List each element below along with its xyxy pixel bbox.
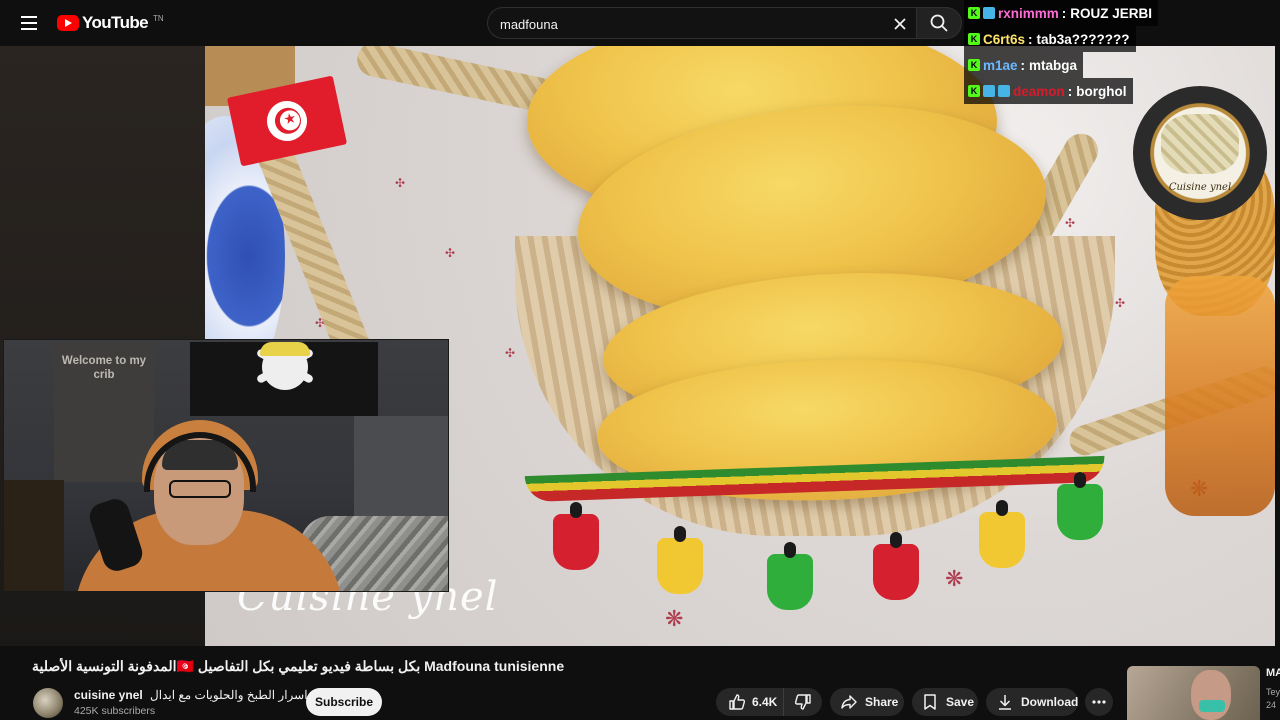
youtube-logo[interactable]: YouTube TN [57,13,164,33]
download-button[interactable]: Download [986,688,1078,716]
channel-name-row[interactable]: cuisine ynel اسرار الطبخ والحلويات مع اي… [74,688,324,702]
glasses [169,480,231,498]
logo-text: YouTube [82,13,149,32]
like-count: 6.4K [752,695,778,709]
chat-separator: : [1028,31,1033,47]
badge-text: Cuisine ynel [1168,182,1232,193]
chat-separator: : [1020,57,1026,73]
welcome-banner: Welcome to my crib [54,342,154,482]
more-actions-button[interactable] [1085,688,1113,716]
like-dislike-group: 6.4K [716,688,822,716]
chat-text: tab3a??????? [1036,31,1130,47]
embroidery: ✣ [445,246,456,260]
thumbnail-mask [1199,700,1225,712]
red-tassel [873,532,919,600]
yellow-tassel [979,500,1025,568]
chat-message: K m1ae : mtabga [964,52,1084,78]
channel-name[interactable]: cuisine ynel [74,688,143,702]
search-button[interactable] [916,7,962,39]
recommended-video-title[interactable]: MA [1266,667,1280,679]
chat-separator: : [1067,83,1073,99]
kick-badge-icon: K [968,59,980,71]
app-window: YouTube TN ✣ ✣ ✣ ✣ ✣ ✣ ❋ ❋ ❋ [0,0,1280,720]
channel-watermark-badge: Cuisine ynel [1133,86,1267,220]
banner-text: Welcome to my crib [61,355,147,381]
tea-glass [1165,276,1275,516]
subscriber-badge-icon [983,7,995,19]
kick-badge-icon: K [968,33,980,45]
chat-separator: : [1061,5,1067,21]
dislike-button[interactable] [784,688,822,716]
share-button[interactable]: Share [830,688,904,716]
download-icon [999,695,1011,710]
embroidery: ✣ [1065,216,1076,230]
logo-country: TN [153,13,164,23]
like-button[interactable]: 6.4K [716,688,784,716]
bookmark-icon [924,694,936,710]
youtube-play-icon [57,15,79,31]
search-box [487,7,916,39]
streamer-webcam: Welcome to my crib [3,339,449,592]
recommended-views: 24 [1266,700,1277,710]
pirate-flag [190,342,378,416]
subscriber-badge-icon [998,85,1010,97]
embroidery: ✣ [505,346,516,360]
embroidery: ✣ [1115,296,1126,310]
thumbs-down-icon [794,694,811,710]
thumbs-up-icon [729,694,746,710]
recommended-video-thumbnail[interactable] [1127,666,1260,720]
channel-tagline: اسرار الطبخ والحلويات مع ايدال [150,688,308,702]
chat-message: K deamon : borghol [964,78,1133,104]
straw-hat-icon [260,342,310,356]
embroidery: ❋ [945,566,964,591]
clear-icon[interactable] [890,14,910,34]
chat-overlay: K rxnimmm : ROUZ JERBI K C6rt6s : tab3a?… [964,0,1264,104]
chat-text: ROUZ JERBI [1070,5,1153,21]
shelf [4,480,64,591]
green-tassel [1057,472,1103,540]
embroidery: ✣ [395,176,406,190]
more-horizontal-icon [1092,700,1106,704]
chat-message: K rxnimmm : ROUZ JERBI [964,0,1159,26]
chat-text: borghol [1076,83,1127,99]
chat-username: rxnimmm [998,5,1059,21]
chat-username: deamon [1013,83,1065,99]
moderator-badge-icon [983,85,995,97]
chat-message: K C6rt6s : tab3a??????? [964,26,1136,52]
subscribe-button[interactable]: Subscribe [306,688,382,716]
kick-badge-icon: K [968,85,980,97]
chat-text: mtabga [1029,57,1078,73]
yellow-tassel [657,526,703,594]
search-input[interactable] [500,15,870,33]
video-title: المدفونة التونسية الأصلية🇹🇳 بكل بساطة في… [32,658,565,674]
save-label: Save [946,695,975,709]
recommended-channel: Tey [1266,687,1280,697]
chat-username: m1ae [983,57,1018,73]
subscriber-count: 425K subscribers [74,705,156,717]
recommended-video-meta: Tey 24 [1266,686,1280,712]
share-icon [841,695,857,709]
green-tassel [767,542,813,610]
search-icon [930,14,948,32]
share-label: Share [865,695,899,709]
thumbnail-face [1191,670,1231,720]
red-tassel [553,502,599,570]
embroidery: ❋ [665,606,684,631]
wall-door [354,416,448,526]
menu-icon[interactable] [14,8,44,38]
download-label: Download [1021,695,1079,709]
save-button[interactable]: Save [912,688,978,716]
chat-username: C6rt6s [983,31,1026,47]
kick-badge-icon: K [968,7,980,19]
channel-avatar[interactable] [33,688,63,718]
